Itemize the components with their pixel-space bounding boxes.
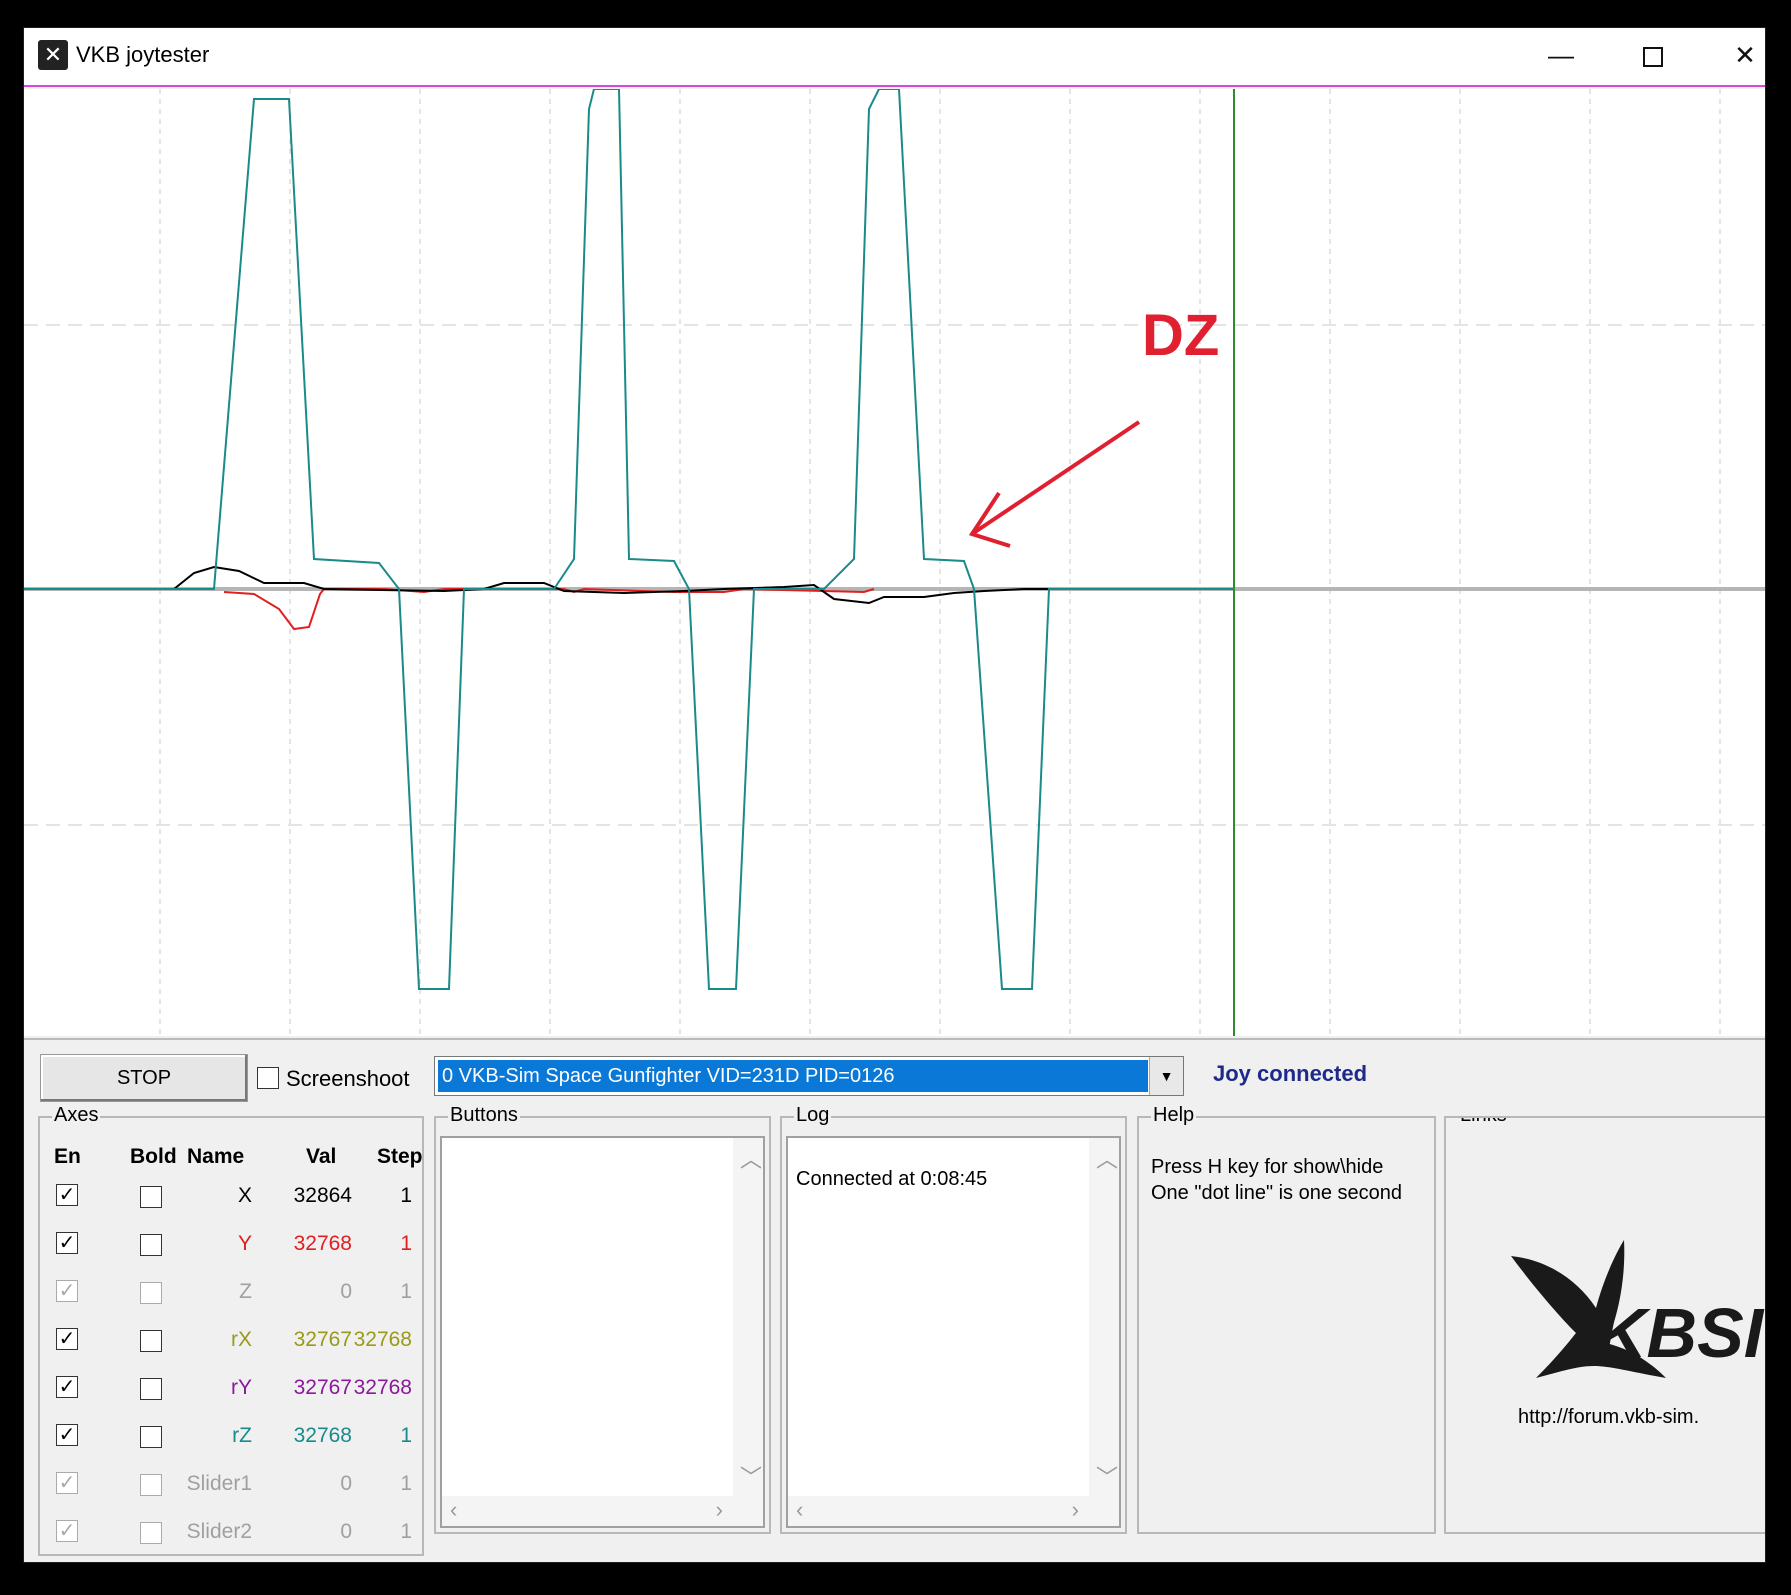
buttons-hscroll[interactable]: ‹ ›	[442, 1496, 763, 1526]
axis-name: rY	[231, 1376, 252, 1399]
scroll-right-icon[interactable]: ›	[716, 1497, 723, 1523]
axis-val: 32767	[293, 1376, 352, 1399]
scroll-up-icon[interactable]: ︿	[1096, 1142, 1118, 1174]
axis-val: 0	[340, 1280, 352, 1303]
axis-name: Slider2	[186, 1520, 252, 1543]
stop-button[interactable]: STOP	[40, 1054, 248, 1102]
screenshoot-label: Screenshoot	[286, 1066, 410, 1091]
axis-bold-checkbox[interactable]	[140, 1234, 162, 1256]
chevron-down-icon[interactable]: ▼	[1149, 1057, 1183, 1095]
window-title: VKB joytester	[76, 42, 210, 67]
axis-bold-checkbox[interactable]	[140, 1378, 162, 1400]
axis-step: 1	[400, 1472, 412, 1495]
axis-name: rX	[231, 1328, 252, 1351]
scroll-right-icon[interactable]: ›	[1072, 1497, 1079, 1523]
help-line-1: Press H key for show\hide	[1151, 1156, 1384, 1178]
axis-enable-checkbox[interactable]: ✓	[56, 1376, 78, 1398]
x-axis-trace	[173, 565, 1234, 605]
device-selected-value: 0 VKB-Sim Space Gunfighter VID=231D PID=…	[437, 1059, 1149, 1093]
plot-canvas: DZ	[24, 89, 1765, 1036]
log-group-title: Log	[794, 1104, 832, 1127]
app-logo-icon: ✕	[38, 40, 68, 70]
header-val: Val	[306, 1145, 337, 1168]
axis-step: 32768	[353, 1376, 412, 1399]
log-hscroll[interactable]: ‹ ›	[788, 1496, 1119, 1526]
axis-step: 32768	[353, 1328, 412, 1351]
axis-name: Slider1	[186, 1472, 252, 1495]
forum-link[interactable]: http://forum.vkb-sim.	[1518, 1406, 1699, 1429]
header-bold: Bold	[130, 1145, 177, 1168]
device-select[interactable]: 0 VKB-Sim Space Gunfighter VID=231D PID=…	[434, 1056, 1184, 1096]
axis-enable-checkbox[interactable]: ✓	[56, 1280, 78, 1302]
buttons-list[interactable]: ︿ ﹀ ‹ ›	[440, 1136, 765, 1528]
axis-name: X	[237, 1184, 252, 1207]
help-group: Help Press H key for show\hide One "dot …	[1137, 1104, 1436, 1534]
dz-arrow	[970, 420, 1141, 536]
help-line-2: One "dot line" is one second	[1151, 1182, 1403, 1204]
axis-step: 1	[400, 1280, 412, 1303]
header-en: En	[54, 1145, 81, 1168]
control-panel: STOP Screenshoot 0 VKB-Sim Space Gunfigh…	[24, 1038, 1765, 1562]
axis-val: 32768	[293, 1232, 352, 1255]
scroll-left-icon[interactable]: ‹	[796, 1497, 803, 1523]
axis-step: 1	[400, 1232, 412, 1255]
axes-group: Axes En Bold Name Val Step ✓ X 32864 1 ✓ Y 327…	[38, 1104, 424, 1556]
axis-enable-checkbox[interactable]: ✓	[56, 1328, 78, 1350]
minimize-button[interactable]: —	[1515, 28, 1607, 85]
scroll-down-icon[interactable]: ﹀	[740, 1460, 762, 1492]
axis-bold-checkbox[interactable]	[140, 1426, 162, 1448]
scroll-left-icon[interactable]: ‹	[450, 1497, 457, 1523]
axis-bold-checkbox[interactable]	[140, 1282, 162, 1304]
log-vscroll[interactable]: ︿ ﹀	[1089, 1138, 1119, 1496]
axis-val: 32864	[293, 1184, 352, 1207]
axis-enable-checkbox[interactable]: ✓	[56, 1520, 78, 1542]
scroll-up-icon[interactable]: ︿	[740, 1142, 762, 1174]
scroll-down-icon[interactable]: ﹀	[1096, 1460, 1118, 1492]
dz-annotation: DZ	[1142, 303, 1219, 368]
log-list[interactable]: Connected at 0:08:45 ︿ ﹀ ‹ ›	[786, 1136, 1121, 1528]
axis-val: 0	[340, 1472, 352, 1495]
axis-val: 32768	[293, 1424, 352, 1447]
axis-val: 32767	[293, 1328, 352, 1351]
axis-step: 1	[400, 1184, 412, 1207]
y-axis-trace	[223, 587, 875, 631]
axis-name: rZ	[232, 1424, 252, 1447]
axis-bold-checkbox[interactable]	[140, 1522, 162, 1544]
close-button[interactable]: ✕	[1699, 28, 1791, 85]
buttons-vscroll[interactable]: ︿ ﹀	[733, 1138, 763, 1496]
maximize-button[interactable]	[1607, 28, 1699, 85]
axis-bold-checkbox[interactable]	[140, 1474, 162, 1496]
axis-enable-checkbox[interactable]: ✓	[56, 1184, 78, 1206]
header-step: Step	[377, 1145, 423, 1168]
axis-step: 1	[400, 1520, 412, 1543]
axis-enable-checkbox[interactable]: ✓	[56, 1232, 78, 1254]
vkb-logo-text: KBSI	[1596, 1294, 1764, 1372]
title-bar: ✕ VKB joytester — ✕	[24, 28, 1765, 87]
axis-val: 0	[340, 1520, 352, 1543]
axes-group-title: Axes	[52, 1104, 101, 1127]
axis-name: Z	[239, 1280, 252, 1303]
screenshoot-checkbox[interactable]	[257, 1067, 279, 1089]
links-group: Links KBSI http://forum.vkb-sim.	[1444, 1116, 1765, 1534]
log-group: Log Connected at 0:08:45 ︿ ﹀ ‹ ›	[780, 1104, 1127, 1534]
axis-bold-checkbox[interactable]	[140, 1186, 162, 1208]
buttons-group-title: Buttons	[448, 1104, 520, 1127]
plot-grid	[24, 89, 1765, 1036]
axis-enable-checkbox[interactable]: ✓	[56, 1472, 78, 1494]
axis-enable-checkbox[interactable]: ✓	[56, 1424, 78, 1446]
status-text: Joy connected	[1213, 1061, 1368, 1086]
rz-axis-trace	[24, 89, 1234, 990]
help-group-title: Help	[1151, 1104, 1197, 1127]
axis-plot: DZ	[24, 89, 1765, 1036]
axis-name: Y	[237, 1232, 252, 1255]
links-group-title: Links	[1458, 1118, 1509, 1127]
axis-step: 1	[400, 1424, 412, 1447]
maximize-icon	[1643, 47, 1663, 68]
buttons-group: Buttons ︿ ﹀ ‹ ›	[434, 1104, 771, 1534]
app-window: ✕ VKB joytester — ✕ DZ STOP Screenshoot …	[23, 27, 1766, 1563]
header-name: Name	[187, 1145, 245, 1168]
log-line: Connected at 0:08:45	[796, 1168, 988, 1190]
axis-bold-checkbox[interactable]	[140, 1330, 162, 1352]
